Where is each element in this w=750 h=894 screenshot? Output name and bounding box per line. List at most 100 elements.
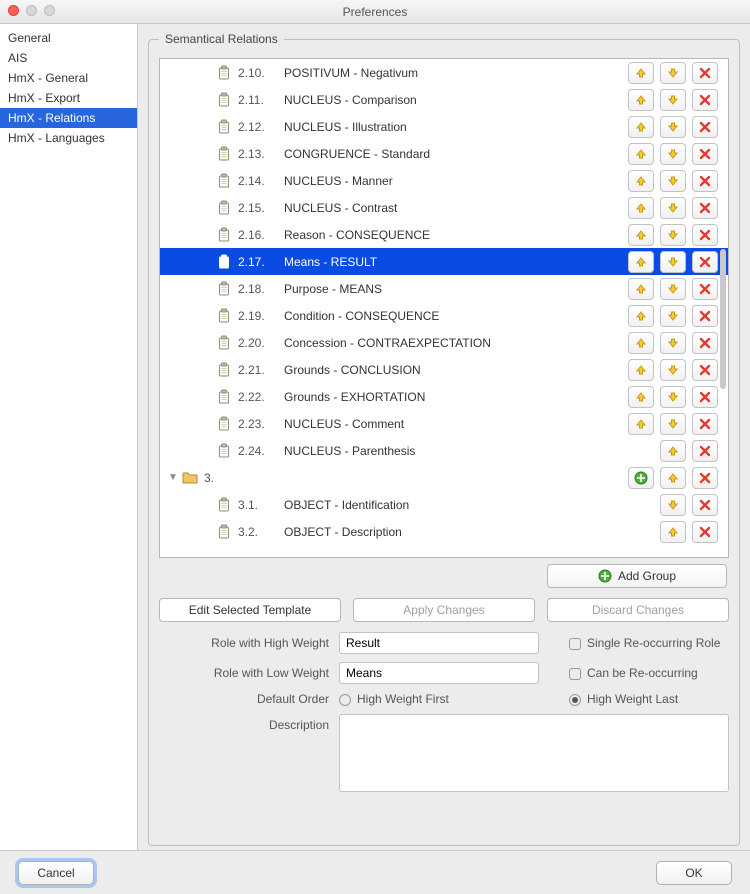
move-up-button[interactable] [628,413,654,435]
move-down-button[interactable] [660,116,686,138]
delete-button[interactable] [692,467,718,489]
relation-row[interactable]: 2.15.NUCLEUS - Contrast [160,194,728,221]
move-down-button[interactable] [660,332,686,354]
move-up-button[interactable] [660,440,686,462]
delete-button[interactable] [692,224,718,246]
delete-button[interactable] [692,440,718,462]
relation-list[interactable]: 2.10.POSITIVUM - Negativum2.11.NUCLEUS -… [159,58,729,558]
relation-row[interactable]: 2.11.NUCLEUS - Comparison [160,86,728,113]
delete-button[interactable] [692,170,718,192]
relation-row[interactable]: 3.2.OBJECT - Description [160,518,728,545]
delete-button[interactable] [692,89,718,111]
relation-row[interactable]: 2.21.Grounds - CONCLUSION [160,356,728,383]
relation-row[interactable]: 2.12.NUCLEUS - Illustration [160,113,728,140]
relation-row[interactable]: 2.16.Reason - CONSEQUENCE [160,221,728,248]
sidebar-item-hmx-languages[interactable]: HmX - Languages [0,128,137,148]
move-up-button[interactable] [628,197,654,219]
delete-button[interactable] [692,521,718,543]
close-window-icon[interactable] [8,5,19,16]
move-down-button[interactable] [660,305,686,327]
move-up-button[interactable] [628,359,654,381]
sidebar-item-general[interactable]: General [0,28,137,48]
sidebar-item-hmx-general[interactable]: HmX - General [0,68,137,88]
move-down-button[interactable] [660,89,686,111]
group-title: Semantical Relations [159,32,284,46]
relation-row[interactable]: 2.19.Condition - CONSEQUENCE [160,302,728,329]
move-down-button[interactable] [660,224,686,246]
move-up-button[interactable] [628,170,654,192]
move-up-button[interactable] [628,332,654,354]
move-up-button[interactable] [660,521,686,543]
clipboard-icon [216,362,232,378]
relation-row[interactable]: 2.22.Grounds - EXHORTATION [160,383,728,410]
delete-button[interactable] [692,278,718,300]
relation-row[interactable]: 2.20.Concession - CONTRAEXPECTATION [160,329,728,356]
move-up-button[interactable] [628,305,654,327]
move-down-button[interactable] [660,413,686,435]
relation-row[interactable]: 2.14.NUCLEUS - Manner [160,167,728,194]
relation-row[interactable]: 2.10.POSITIVUM - Negativum [160,59,728,86]
delete-button[interactable] [692,305,718,327]
delete-button[interactable] [692,251,718,273]
discard-changes-button[interactable]: Discard Changes [547,598,729,622]
move-up-button[interactable] [628,62,654,84]
sidebar-item-hmx-relations[interactable]: HmX - Relations [0,108,137,128]
relation-row[interactable]: 2.24.NUCLEUS - Parenthesis [160,437,728,464]
scrollbar[interactable] [720,249,726,389]
relation-row[interactable]: 3.1.OBJECT - Identification [160,491,728,518]
move-up-button[interactable] [628,251,654,273]
delete-button[interactable] [692,116,718,138]
move-down-button[interactable] [660,170,686,192]
move-down-button[interactable] [660,197,686,219]
sidebar-item-ais[interactable]: AIS [0,48,137,68]
row-label: POSITIVUM - Negativum [284,66,418,80]
add-child-button[interactable] [628,467,654,489]
move-up-button[interactable] [628,224,654,246]
move-down-button[interactable] [660,386,686,408]
delete-button[interactable] [692,332,718,354]
move-up-button[interactable] [628,278,654,300]
row-label: NUCLEUS - Parenthesis [284,444,415,458]
plus-circle-icon [598,569,612,583]
ok-button[interactable]: OK [656,861,732,885]
move-up-button[interactable] [628,89,654,111]
delete-button[interactable] [692,413,718,435]
move-up-button[interactable] [628,143,654,165]
high-weight-input[interactable] [339,632,539,654]
cancel-button[interactable]: Cancel [18,861,94,885]
clipboard-icon [216,200,232,216]
delete-button[interactable] [692,494,718,516]
delete-button[interactable] [692,386,718,408]
order-last-radio[interactable] [569,694,581,706]
move-down-button[interactable] [660,143,686,165]
edit-template-button[interactable]: Edit Selected Template [159,598,341,622]
folder-row[interactable]: ▼3. [160,464,728,491]
move-down-button[interactable] [660,278,686,300]
delete-button[interactable] [692,359,718,381]
move-down-button[interactable] [660,62,686,84]
single-reoccurring-checkbox[interactable] [569,638,581,650]
low-weight-input[interactable] [339,662,539,684]
add-group-button[interactable]: Add Group [547,564,727,588]
order-first-radio[interactable] [339,694,351,706]
delete-button[interactable] [692,197,718,219]
add-group-label: Add Group [618,569,676,583]
can-reoccur-checkbox[interactable] [569,668,581,680]
disclosure-triangle-icon[interactable]: ▼ [168,472,178,483]
description-textarea[interactable] [339,714,729,792]
move-down-button[interactable] [660,494,686,516]
sidebar-item-hmx-export[interactable]: HmX - Export [0,88,137,108]
move-up-button[interactable] [628,116,654,138]
apply-changes-button[interactable]: Apply Changes [353,598,535,622]
relation-row[interactable]: 2.13.CONGRUENCE - Standard [160,140,728,167]
move-down-button[interactable] [660,359,686,381]
delete-button[interactable] [692,143,718,165]
move-up-button[interactable] [628,386,654,408]
relation-row[interactable]: 2.17.Means - RESULT [160,248,728,275]
delete-button[interactable] [692,62,718,84]
relation-row[interactable]: 2.18.Purpose - MEANS [160,275,728,302]
row-label: OBJECT - Description [284,525,402,539]
relation-row[interactable]: 2.23.NUCLEUS - Comment [160,410,728,437]
move-up-button[interactable] [660,467,686,489]
move-down-button[interactable] [660,251,686,273]
